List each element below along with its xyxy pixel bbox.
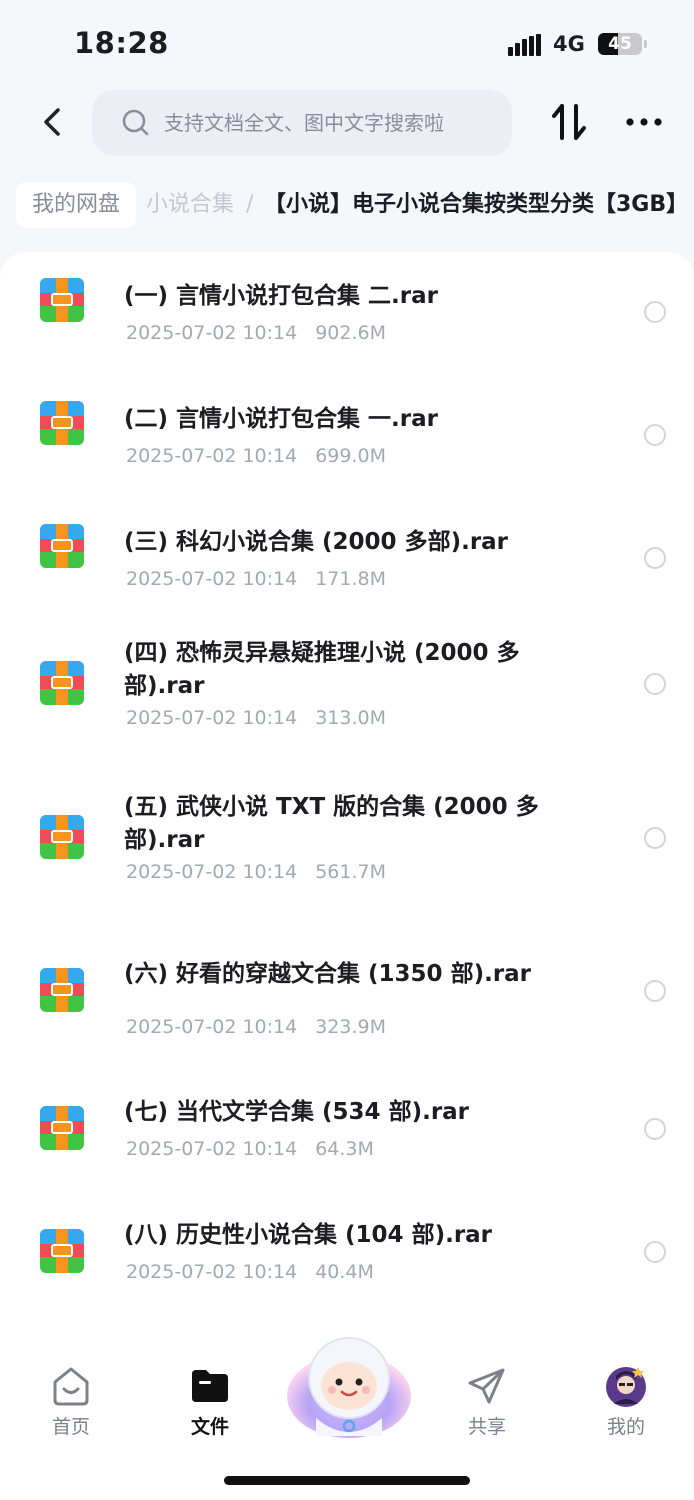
- breadcrumb-separator: /: [246, 192, 254, 217]
- archive-icon: [40, 968, 84, 1012]
- file-date: 2025-07-02 10:14: [126, 568, 298, 590]
- file-list: (一) 言情小说打包合集 二.rar 2025-07-02 10:14 902.6…: [0, 252, 694, 1352]
- file-size: 323.9M: [315, 1016, 387, 1038]
- file-name: (八) 历史性小说合集 (104 部).rar: [124, 1222, 493, 1248]
- file-meta: 2025-07-02 10:14 902.6M: [126, 322, 386, 344]
- select-radio[interactable]: [644, 301, 666, 323]
- tab-share[interactable]: 共享: [442, 1364, 532, 1444]
- battery-level: 45: [608, 34, 632, 54]
- file-row[interactable]: (一) 言情小说打包合集 二.rar 2025-07-02 10:14 902.6…: [0, 264, 694, 374]
- tab-me-label: 我的: [606, 1416, 645, 1438]
- tab-share-label: 共享: [467, 1416, 506, 1438]
- file-name: (一) 言情小说打包合集 二.rar: [124, 283, 438, 309]
- file-size: 561.7M: [315, 861, 387, 883]
- file-date: 2025-07-02 10:14: [126, 861, 298, 883]
- file-name: (五) 武侠小说 TXT 版的合集 (2000 多部).rar: [124, 794, 539, 853]
- file-date: 2025-07-02 10:14: [126, 322, 298, 344]
- file-name: (六) 好看的穿越文合集 (1350 部).rar: [124, 961, 532, 987]
- select-radio[interactable]: [644, 547, 666, 569]
- sort-icon: [552, 104, 586, 140]
- file-name: (四) 恐怖灵异悬疑推理小说 (2000 多部).rar: [124, 640, 520, 699]
- archive-icon: [40, 401, 84, 445]
- file-row[interactable]: (四) 恐怖灵异悬疑推理小说 (2000 多部).rar 2025-07-02 …: [0, 633, 694, 773]
- file-date: 2025-07-02 10:14: [126, 1261, 298, 1283]
- file-row[interactable]: (八) 历史性小说合集 (104 部).rar 2025-07-02 10:14…: [0, 1213, 694, 1323]
- breadcrumb-parent[interactable]: 小说合集: [146, 182, 234, 228]
- file-row[interactable]: (五) 武侠小说 TXT 版的合集 (2000 多部).rar 2025-07-…: [0, 787, 694, 927]
- file-date: 2025-07-02 10:14: [126, 1138, 298, 1160]
- folder-icon: [192, 1370, 228, 1402]
- file-row[interactable]: (三) 科幻小说合集 (2000 多部).rar 2025-07-02 10:1…: [0, 510, 694, 620]
- file-date: 2025-07-02 10:14: [126, 707, 298, 729]
- file-row[interactable]: (二) 言情小说打包合集 一.rar 2025-07-02 10:14 699.0…: [0, 387, 694, 497]
- sort-button[interactable]: [548, 100, 590, 144]
- tab-files[interactable]: 文件: [165, 1364, 255, 1444]
- file-size: 902.6M: [315, 322, 387, 344]
- file-size: 171.8M: [315, 568, 387, 590]
- status-time: 18:28: [74, 26, 169, 60]
- battery-icon: 45: [598, 33, 642, 55]
- file-date: 2025-07-02 10:14: [126, 1016, 298, 1038]
- file-meta: 2025-07-02 10:14 171.8M: [126, 568, 386, 590]
- file-name: (七) 当代文学合集 (534 部).rar: [124, 1099, 470, 1125]
- file-date: 2025-07-02 10:14: [126, 445, 298, 467]
- file-name: (二) 言情小说打包合集 一.rar: [124, 406, 438, 432]
- select-radio[interactable]: [644, 980, 666, 1002]
- tab-me[interactable]: 我的: [581, 1364, 671, 1444]
- file-meta: 2025-07-02 10:14 64.3M: [126, 1138, 374, 1160]
- archive-icon: [40, 1229, 84, 1273]
- assistant-mascot-button[interactable]: [284, 1326, 414, 1446]
- chevron-left-icon: [44, 108, 60, 136]
- breadcrumb-home[interactable]: 我的网盘: [16, 182, 137, 228]
- search-icon: [122, 109, 149, 136]
- search-placeholder: 支持文档全文、图中文字搜索啦: [164, 111, 444, 135]
- file-row[interactable]: (六) 好看的穿越文合集 (1350 部).rar 2025-07-02 10:…: [0, 952, 694, 1062]
- file-name: (三) 科幻小说合集 (2000 多部).rar: [124, 529, 509, 555]
- archive-icon: [40, 661, 84, 705]
- search-input[interactable]: 支持文档全文、图中文字搜索啦: [92, 90, 512, 156]
- tab-home[interactable]: 首页: [26, 1364, 116, 1444]
- select-radio[interactable]: [644, 1118, 666, 1140]
- file-meta: 2025-07-02 10:14 699.0M: [126, 445, 386, 467]
- tab-files-label: 文件: [190, 1416, 229, 1438]
- breadcrumb-current: 【小说】电子小说合集按类型分类【3GB】: [264, 192, 689, 217]
- send-icon: [468, 1368, 505, 1404]
- file-meta: 2025-07-02 10:14 313.0M: [126, 707, 386, 729]
- archive-icon: [40, 1106, 84, 1150]
- file-meta: 2025-07-02 10:14 40.4M: [126, 1261, 374, 1283]
- select-radio[interactable]: [644, 1241, 666, 1263]
- network-type: 4G: [553, 32, 585, 56]
- archive-icon: [40, 524, 84, 568]
- select-radio[interactable]: [644, 827, 666, 849]
- battery-tip: [644, 40, 647, 48]
- file-meta: 2025-07-02 10:14 561.7M: [126, 861, 386, 883]
- file-size: 699.0M: [315, 445, 387, 467]
- signal-icon: [508, 34, 542, 56]
- select-radio[interactable]: [644, 673, 666, 695]
- tab-home-label: 首页: [51, 1416, 90, 1438]
- avatar: [606, 1367, 646, 1407]
- archive-icon: [40, 815, 84, 859]
- home-indicator: [224, 1476, 470, 1485]
- more-icon: [626, 118, 662, 126]
- file-size: 313.0M: [315, 707, 387, 729]
- breadcrumb: 我的网盘 小说合集 / 【小说】电子小说合集按类型分类【3GB】: [0, 180, 694, 236]
- select-radio[interactable]: [644, 424, 666, 446]
- home-icon: [53, 1367, 89, 1406]
- archive-icon: [40, 278, 84, 322]
- status-bar: 18:28 4G 45: [0, 0, 694, 86]
- file-size: 40.4M: [315, 1261, 374, 1283]
- file-row[interactable]: (七) 当代文学合集 (534 部).rar 2025-07-02 10:14 6…: [0, 1090, 694, 1200]
- more-button[interactable]: [624, 112, 664, 132]
- back-button[interactable]: [36, 100, 76, 144]
- file-size: 64.3M: [315, 1138, 374, 1160]
- file-meta: 2025-07-02 10:14 323.9M: [126, 1016, 386, 1038]
